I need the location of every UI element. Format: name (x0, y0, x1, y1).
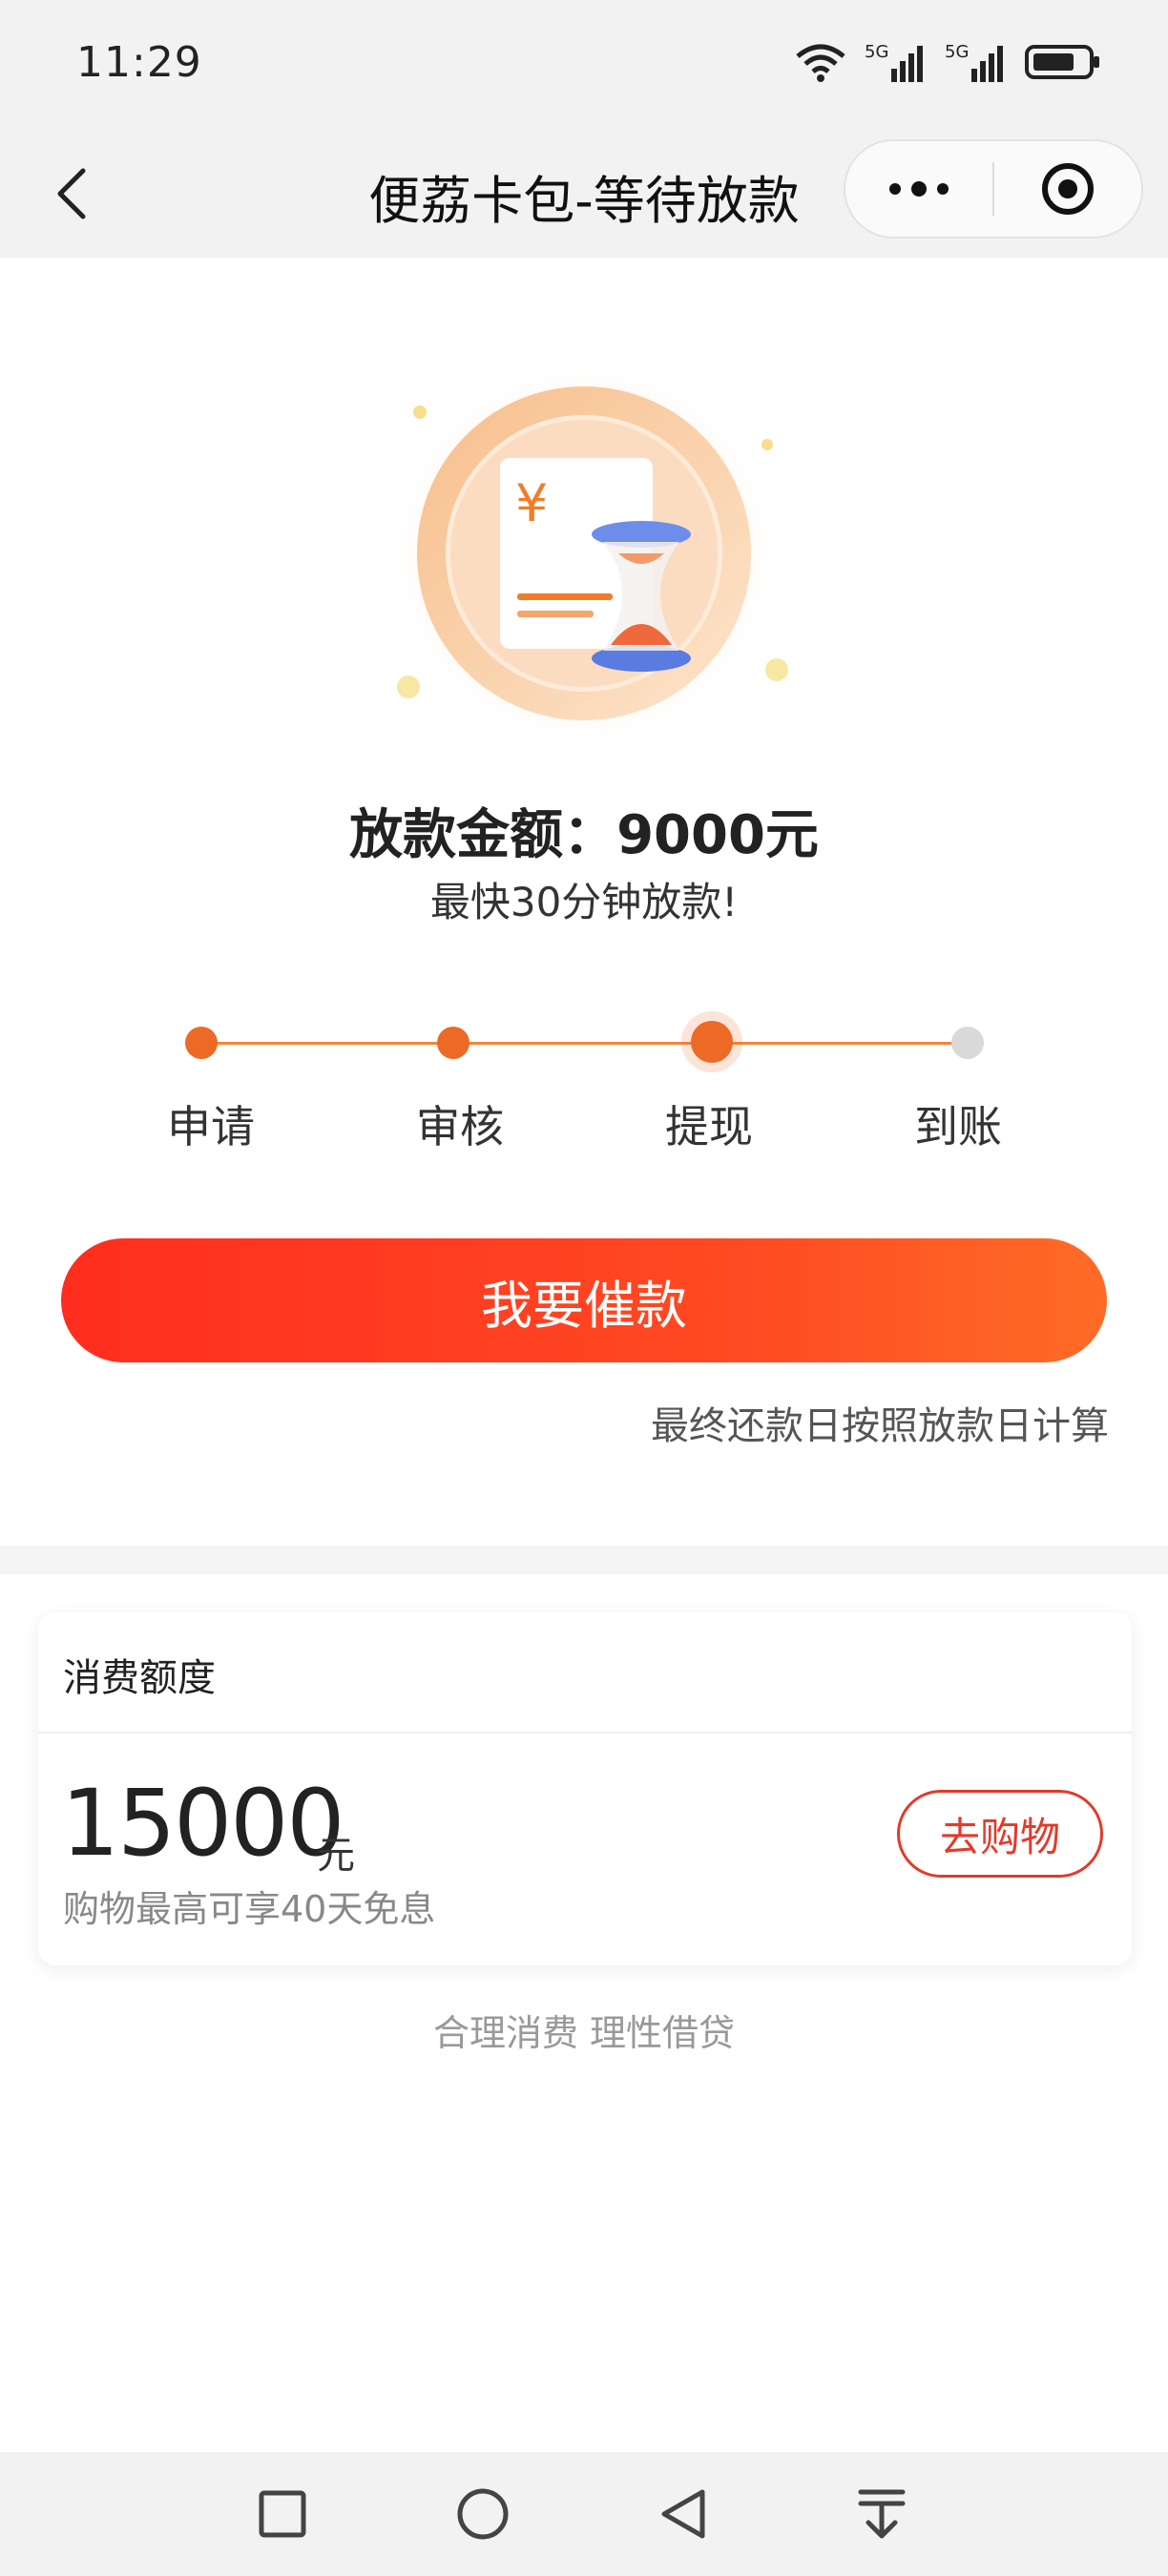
credit-amount: 15000 (61, 1770, 344, 1877)
status-icons: 5G 5G (794, 40, 1101, 84)
square-icon (259, 2490, 306, 2538)
step-label-arrive: 到账 (914, 1101, 1002, 1153)
waiting-illustration: ¥ (374, 353, 794, 754)
credit-unit: 元 (317, 1834, 355, 1878)
step-dot-arrive (951, 1027, 984, 1059)
step-dot-review (437, 1027, 469, 1059)
more-button[interactable] (845, 141, 992, 237)
more-dots-icon (889, 181, 949, 197)
step-label-apply: 申请 (167, 1101, 255, 1153)
section-divider (0, 1546, 1168, 1574)
circle-icon (457, 2488, 509, 2540)
svg-text:¥: ¥ (515, 473, 548, 533)
triangle-back-icon (661, 2489, 705, 2539)
credit-note: 购物最高可享40天免息 (63, 1888, 436, 1930)
battery-icon (1025, 45, 1099, 79)
wifi-icon (796, 44, 845, 82)
loan-eta: 最快30分钟放款! (429, 879, 739, 925)
status-bar: 11:29 5G 5G (0, 0, 1168, 134)
step-label-withdraw: 提现 (665, 1101, 753, 1153)
svg-text:5G: 5G (865, 42, 888, 62)
step-dot-apply (185, 1027, 218, 1059)
nav-bar: 便荔卡包-等待放款 (0, 134, 1168, 258)
system-back-button[interactable] (655, 2485, 712, 2543)
credit-title: 消费额度 (63, 1656, 216, 1700)
signal-5g-icon: 5G (865, 42, 923, 82)
pull-down-icon (858, 2489, 906, 2539)
close-miniprogram-button[interactable] (994, 141, 1141, 237)
step-label-review: 审核 (416, 1101, 504, 1153)
credit-limit-card: 消费额度 15000 元 购物最高可享40天免息 去购物 (38, 1612, 1132, 1965)
step-connector (201, 1042, 453, 1045)
step-dot-withdraw (691, 1021, 733, 1063)
notification-pull-button[interactable] (853, 2485, 910, 2543)
svg-text:5G: 5G (945, 42, 969, 62)
system-nav-bar (0, 2452, 1168, 2576)
step-connector (712, 1042, 968, 1045)
card-divider (38, 1732, 1132, 1734)
hourglass-document-icon: ¥ (393, 363, 788, 744)
loan-amount: 放款金额：9000元 (349, 804, 819, 866)
repay-note: 最终还款日按照放款日计算 (651, 1404, 1109, 1448)
urge-loan-button[interactable]: 我要催款 (61, 1238, 1107, 1362)
go-shopping-button[interactable]: 去购物 (897, 1790, 1103, 1878)
progress-steps: 申请 审核 提现 到账 (0, 1002, 1168, 1154)
footer-tip: 合理消费 理性借贷 (432, 2012, 736, 2054)
signal-5g-secondary-icon: 5G (945, 42, 1003, 82)
mini-program-capsule (844, 139, 1143, 239)
recent-apps-button[interactable] (254, 2485, 311, 2543)
target-close-icon (1042, 163, 1094, 215)
status-time: 11:29 (76, 38, 202, 87)
step-connector (453, 1042, 712, 1045)
home-button[interactable] (454, 2485, 511, 2543)
